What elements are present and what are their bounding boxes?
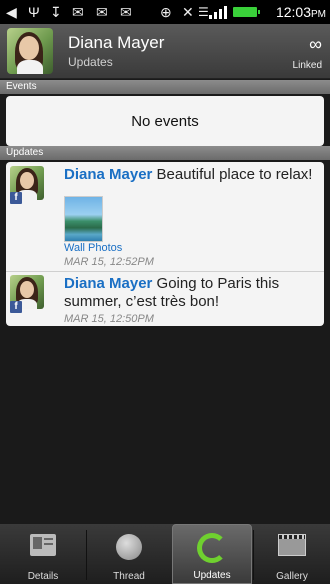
author-name: Diana Mayer xyxy=(64,166,153,183)
photo-thumbnail[interactable] xyxy=(64,196,103,242)
bottom-tab-bar: Details Thread Updates Gallery xyxy=(0,524,330,584)
list-item[interactable]: f Diana Mayer Going to Paris this summer… xyxy=(6,273,324,326)
wall-photos-link[interactable]: Wall Photos xyxy=(64,242,122,254)
status-bar: ◀ Ψ ↧ ✉ ✉ ✉ ⊕ ✕ ☰ 12:03PM xyxy=(0,0,330,24)
mail-icon: ✉ xyxy=(96,3,108,20)
updates-section-header: Updates xyxy=(0,146,330,160)
gps-icon: ⊕ xyxy=(160,3,172,20)
contact-header: Diana Mayer Updates ∞ Linked xyxy=(0,24,330,79)
thread-icon xyxy=(116,534,142,560)
contact-subtitle: Updates xyxy=(68,55,113,69)
author-name: Diana Mayer xyxy=(64,275,153,292)
updates-list: f Diana Mayer Beautiful place to relax! … xyxy=(6,162,324,326)
wifi-icon: ☰ xyxy=(198,5,209,19)
update-text: Diana Mayer Going to Paris this summer, … xyxy=(64,275,280,310)
bluetooth-icon: ✕ xyxy=(182,3,194,20)
battery-icon xyxy=(233,7,260,17)
no-events-text: No events xyxy=(131,112,199,130)
timestamp: MAR 15, 12:50PM xyxy=(64,313,154,325)
events-panel: No events xyxy=(6,96,324,146)
tab-thread[interactable]: Thread xyxy=(87,524,171,584)
gmail-icon: ✉ xyxy=(120,3,132,20)
status-time: 12:03PM xyxy=(275,4,326,20)
divider xyxy=(6,271,324,272)
update-text: Diana Mayer Beautiful place to relax! xyxy=(64,166,313,183)
list-item[interactable]: f Diana Mayer Beautiful place to relax! … xyxy=(6,162,324,268)
tab-details[interactable]: Details xyxy=(0,524,86,584)
navigation-icon: ◀ xyxy=(6,3,17,20)
download-icon: ↧ xyxy=(50,3,62,20)
facebook-icon: f xyxy=(10,301,22,313)
timestamp: MAR 15, 12:52PM xyxy=(64,256,154,268)
tab-updates[interactable]: Updates xyxy=(172,524,252,584)
updates-icon xyxy=(197,533,227,563)
link-icon: ∞ xyxy=(309,34,322,54)
contact-name: Diana Mayer xyxy=(68,33,165,52)
details-icon xyxy=(30,534,56,556)
tab-gallery[interactable]: Gallery xyxy=(254,524,330,584)
facebook-icon: f xyxy=(10,192,22,204)
gallery-icon xyxy=(278,534,306,556)
events-section-header: Events xyxy=(0,80,330,94)
avatar[interactable] xyxy=(7,28,53,74)
mail-icon: ✉ xyxy=(72,3,84,20)
linked-label: Linked xyxy=(292,60,322,71)
usb-icon: Ψ xyxy=(28,4,40,20)
signal-icon xyxy=(209,5,229,19)
